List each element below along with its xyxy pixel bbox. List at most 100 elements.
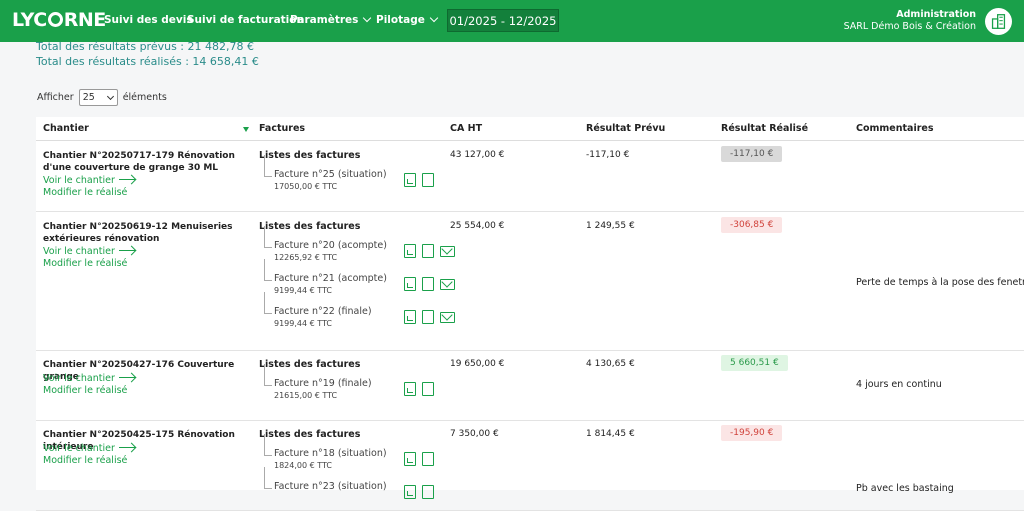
open-document-icon[interactable] bbox=[404, 277, 416, 291]
logo[interactable]: LYC RNE bbox=[12, 9, 106, 31]
open-document-icon[interactable] bbox=[404, 485, 416, 499]
voir-chantier-link[interactable]: Voir le chantier bbox=[43, 175, 135, 186]
chevron-down-icon bbox=[106, 92, 114, 100]
col-resultat-prevu[interactable]: Résultat Prévu bbox=[586, 123, 665, 134]
open-document-icon[interactable] bbox=[404, 452, 416, 466]
open-document-icon[interactable] bbox=[404, 310, 416, 324]
nav-suivi-devis[interactable]: Suivi des devis bbox=[104, 14, 193, 26]
invoice-item: Facture n°22 (finale) 9199,44 € TTC bbox=[264, 292, 455, 332]
invoice-item: Facture n°19 (finale) 21615,00 € TTC bbox=[264, 364, 454, 404]
arrow-right-icon bbox=[118, 376, 135, 378]
tree-connector bbox=[264, 259, 272, 281]
invoice-name[interactable]: Facture n°20 (acompte) bbox=[274, 240, 387, 251]
modifier-realise-link[interactable]: Modifier le réalisé bbox=[43, 455, 127, 466]
invoice-actions bbox=[404, 244, 455, 258]
factures-title: Listes des factures bbox=[259, 221, 361, 232]
pdf-icon[interactable] bbox=[422, 452, 434, 466]
user-info[interactable]: Administration SARL Démo Bois & Création bbox=[844, 9, 976, 33]
modifier-realise-link[interactable]: Modifier le réalisé bbox=[43, 385, 127, 396]
pdf-icon[interactable] bbox=[422, 277, 434, 291]
top-navbar: LYC RNE Suivi des devis Suivi de facturat… bbox=[0, 0, 1024, 42]
page-length-select[interactable]: 25 bbox=[78, 89, 118, 106]
voir-chantier-label: Voir le chantier bbox=[43, 373, 115, 384]
total-prevus: Total des résultats prévus : 21 482,78 € bbox=[36, 40, 254, 53]
invoice-actions bbox=[404, 452, 434, 466]
resultat-realise-badge: 5 660,51 € bbox=[721, 355, 788, 371]
col-chantier[interactable]: Chantier bbox=[43, 123, 89, 134]
results-table: Chantier Factures CA HT Résultat Prévu R… bbox=[36, 117, 1024, 511]
col-commentaires[interactable]: Commentaires bbox=[856, 123, 934, 134]
avatar[interactable] bbox=[985, 8, 1012, 35]
resultat-realise-badge: -117,10 € bbox=[721, 146, 783, 162]
pdf-icon[interactable] bbox=[422, 485, 434, 499]
invoice-name[interactable]: Facture n°21 (acompte) bbox=[274, 273, 387, 284]
period-selector[interactable]: 01/2025 - 12/2025 bbox=[447, 9, 559, 32]
invoice-actions bbox=[404, 277, 455, 291]
invoice-name[interactable]: Facture n°23 (situation) bbox=[274, 481, 387, 492]
commentaire: 4 jours en continu bbox=[856, 379, 942, 390]
send-mail-icon[interactable] bbox=[440, 279, 455, 290]
modifier-realise-link[interactable]: Modifier le réalisé bbox=[43, 187, 127, 198]
invoice-name[interactable]: Facture n°25 (situation) bbox=[274, 169, 387, 180]
tree-connector bbox=[264, 155, 272, 177]
nav-pilotage[interactable]: Pilotage bbox=[376, 13, 439, 26]
pdf-icon[interactable] bbox=[422, 244, 434, 258]
factures-title: Listes des factures bbox=[259, 429, 361, 440]
invoice-actions bbox=[404, 485, 434, 499]
invoice-item: Facture n°21 (acompte) 9199,44 € TTC bbox=[264, 259, 455, 299]
invoice-amount: 9199,44 € TTC bbox=[274, 319, 333, 328]
resultat-prevu: 1 249,55 € bbox=[586, 221, 635, 231]
invoice-name[interactable]: Facture n°18 (situation) bbox=[274, 448, 387, 459]
send-mail-icon[interactable] bbox=[440, 246, 455, 257]
tree-connector bbox=[264, 364, 272, 386]
tree-connector bbox=[264, 467, 272, 489]
modifier-realise-link[interactable]: Modifier le réalisé bbox=[43, 258, 127, 269]
logo-ring-icon bbox=[47, 12, 63, 27]
tree-connector bbox=[264, 226, 272, 248]
pdf-icon[interactable] bbox=[422, 310, 434, 324]
invoice-name[interactable]: Facture n°19 (finale) bbox=[274, 378, 372, 389]
chantier-title: Chantier N°20250619-12 Menuiseries extér… bbox=[43, 222, 233, 244]
invoice-amount: 12265,92 € TTC bbox=[274, 253, 338, 262]
tree-connector bbox=[264, 434, 272, 456]
sort-desc-icon[interactable] bbox=[243, 127, 249, 132]
invoice-name[interactable]: Facture n°22 (finale) bbox=[274, 306, 372, 317]
col-resultat-realise[interactable]: Résultat Réalisé bbox=[721, 123, 808, 134]
invoice-actions bbox=[404, 382, 434, 396]
invoice-item: Facture n°18 (situation) 1824,00 € TTC bbox=[264, 434, 454, 474]
resultat-prevu: -117,10 € bbox=[586, 150, 630, 160]
resultat-realise-badge: -306,85 € bbox=[721, 217, 783, 233]
open-document-icon[interactable] bbox=[404, 244, 416, 258]
company-name: SARL Démo Bois & Création bbox=[843, 21, 976, 32]
invoice-actions bbox=[404, 173, 434, 187]
ca-ht: 25 554,00 € bbox=[450, 221, 505, 231]
length-prefix: Afficher bbox=[37, 92, 74, 103]
pdf-icon[interactable] bbox=[422, 173, 434, 187]
table-row: Chantier N°20250425-175 Rénovation intér… bbox=[36, 421, 1024, 511]
nav-suivi-facturation[interactable]: Suivi de facturation bbox=[187, 14, 304, 26]
length-menu: Afficher 25 éléments bbox=[37, 89, 167, 106]
voir-chantier-link[interactable]: Voir le chantier bbox=[43, 443, 135, 454]
arrow-right-icon bbox=[118, 249, 135, 251]
send-mail-icon[interactable] bbox=[440, 312, 455, 323]
chantier-title: Chantier N°20250717-179 Rénovation d'une… bbox=[43, 151, 235, 173]
nav-parametres[interactable]: Paramètres bbox=[290, 13, 372, 26]
pdf-icon[interactable] bbox=[422, 382, 434, 396]
col-ca-ht[interactable]: CA HT bbox=[450, 123, 482, 134]
table-row: Chantier N°20250717-179 Rénovation d'une… bbox=[36, 142, 1024, 212]
length-suffix: éléments bbox=[122, 92, 167, 103]
voir-chantier-link[interactable]: Voir le chantier bbox=[43, 246, 135, 257]
total-realises: Total des résultats réalisés : 14 658,41… bbox=[36, 55, 259, 68]
chevron-down-icon bbox=[363, 13, 372, 23]
resultat-realise-badge: -195,90 € bbox=[721, 425, 783, 441]
commentaire: Perte de temps à la pose des fenetres bbox=[856, 277, 1024, 288]
invoice-item: Facture n°23 (situation) bbox=[264, 467, 454, 507]
ca-ht: 7 350,00 € bbox=[450, 429, 499, 439]
voir-chantier-link[interactable]: Voir le chantier bbox=[43, 373, 135, 384]
open-document-icon[interactable] bbox=[404, 382, 416, 396]
invoice-amount: 1824,00 € TTC bbox=[274, 461, 333, 470]
chevron-down-icon bbox=[429, 13, 439, 23]
open-document-icon[interactable] bbox=[404, 173, 416, 187]
col-factures[interactable]: Factures bbox=[259, 123, 305, 134]
resultat-prevu: 4 130,65 € bbox=[586, 359, 635, 369]
